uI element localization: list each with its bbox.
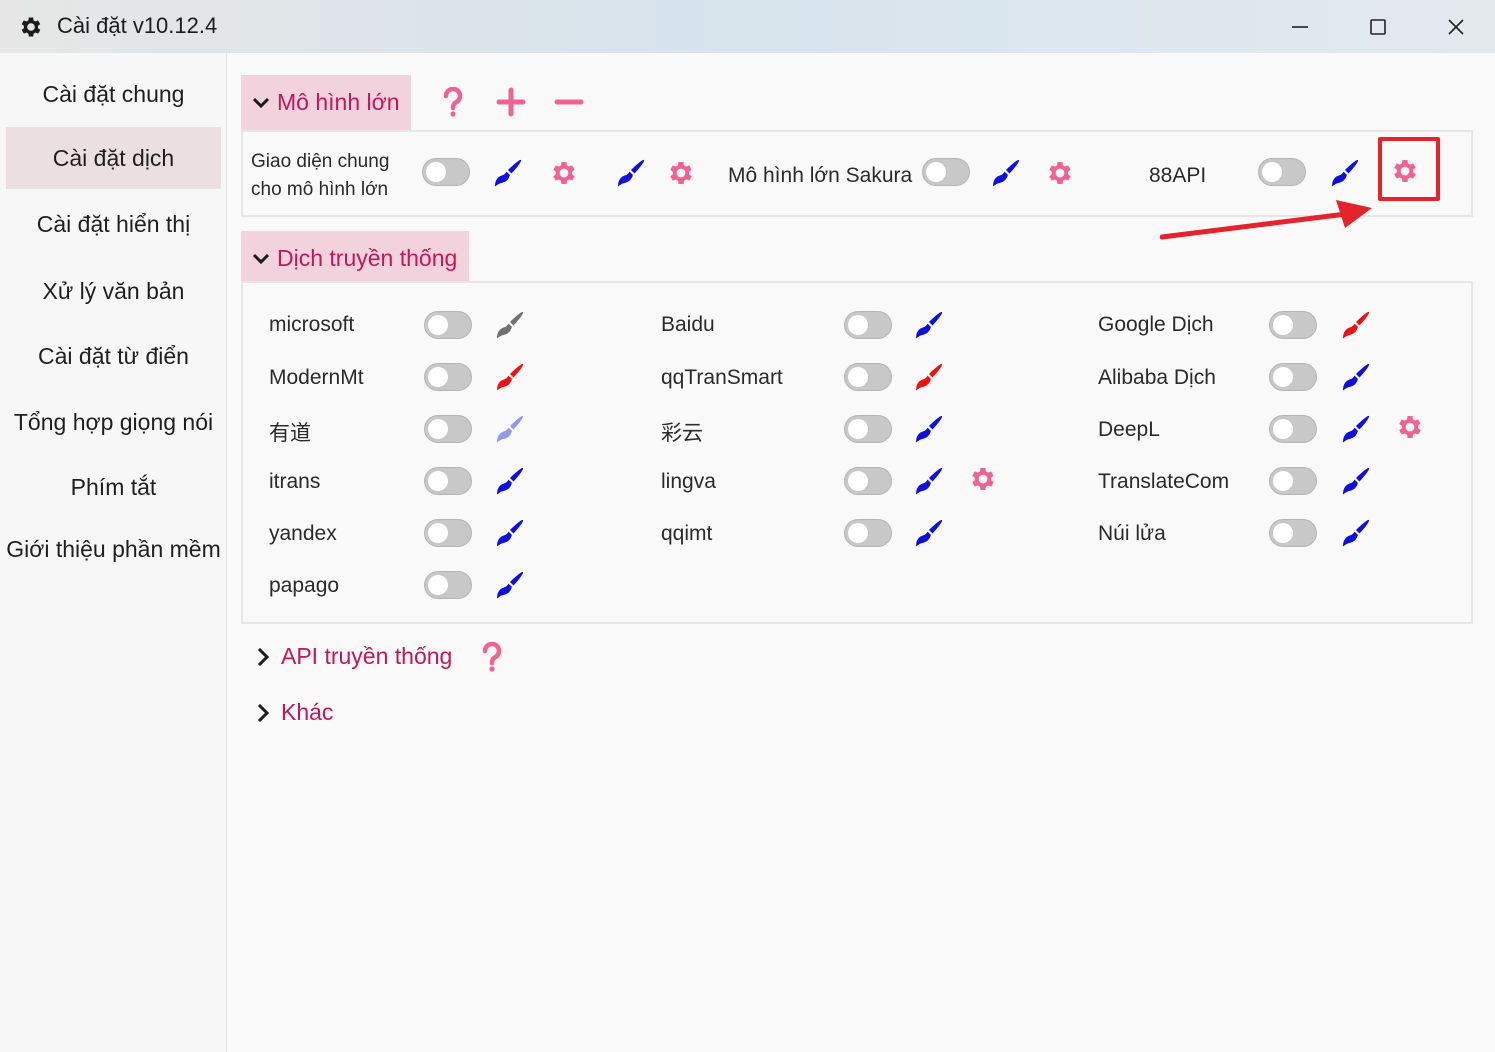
maximize-icon [1370,18,1386,35]
minus-icon[interactable] [551,84,587,120]
engine-lingva-label: lingva [661,470,716,493]
sidebar-item-hotkeys[interactable]: Phím tắt [6,456,221,518]
brush-icon[interactable] [911,411,947,447]
sidebar-item-about[interactable]: Giới thiệu phần mềm [6,518,221,580]
engine-papago-label: papago [269,574,340,597]
arrow-annotation [1160,200,1372,240]
help-icon[interactable] [435,84,471,120]
engine-deepl-label: DeepL [1098,418,1160,441]
close-icon [1448,18,1464,35]
brush-icon[interactable] [911,515,947,551]
brush-icon[interactable] [492,307,528,343]
sidebar-item-text-processing[interactable]: Xử lý văn bản [6,260,221,322]
engine-qqtransmart-label: qqTranSmart [661,366,783,389]
llm-general-label: Giao diện chung cho mô hình lớn [251,151,390,200]
engine-yandex-label: yandex [269,522,337,545]
brush-icon[interactable] [911,359,947,395]
engine-youdao-toggle[interactable] [424,415,472,443]
engine-translatecom-label: TranslateCom [1098,470,1230,493]
brush-icon[interactable] [911,307,947,343]
engine-translatecom-toggle[interactable] [1269,467,1317,495]
sidebar-item-display[interactable]: Cài đặt hiển thị [6,193,221,255]
highlight-box [1378,137,1440,201]
brush-icon[interactable] [1338,463,1374,499]
sidebar-item-dictionary[interactable]: Cài đặt từ điển [6,325,221,387]
brush-icon[interactable] [1338,359,1374,395]
brush-icon[interactable] [1338,307,1374,343]
engine-baidu-toggle[interactable] [844,311,892,339]
sidebar-item-translation[interactable]: Cài đặt dịch [6,127,221,189]
engine-alibaba-label: Alibaba Dịch [1098,366,1216,389]
engine-microsoft-label: microsoft [269,313,355,336]
brush-icon[interactable] [911,463,947,499]
title-bar: Cài đặt v10.12.4 [0,0,1495,53]
chevron-right-icon [255,702,271,724]
sidebar-item-tts[interactable]: Tổng hợp giọng nói [6,391,221,453]
engine-youdao-label: 有道 [269,422,311,445]
brush-icon[interactable] [1338,411,1374,447]
llm-sakura-toggle[interactable] [922,158,970,186]
minimize-button[interactable] [1261,0,1339,53]
engine-itrans-toggle[interactable] [424,467,472,495]
engine-volcano-toggle[interactable] [1269,519,1317,547]
engine-microsoft-toggle[interactable] [424,311,472,339]
llm-88api-toggle[interactable] [1258,158,1306,186]
llm-sakura-label: Mô hình lớn Sakura [728,164,913,187]
section-header-other[interactable]: Khác [255,699,333,726]
gear-icon [21,17,41,37]
engine-qqimt-label: qqimt [661,522,713,545]
engine-qqimt-toggle[interactable] [844,519,892,547]
brush-icon[interactable] [613,155,649,191]
brush-icon[interactable] [492,515,528,551]
engine-alibaba-toggle[interactable] [1269,363,1317,391]
close-button[interactable] [1417,0,1495,53]
engine-papago-toggle[interactable] [424,571,472,599]
brush-icon[interactable] [492,359,528,395]
engine-google-toggle[interactable] [1269,311,1317,339]
maximize-button[interactable] [1339,0,1417,53]
gear-icon[interactable] [1392,409,1428,445]
engine-lingva-toggle[interactable] [844,467,892,495]
engine-modernmt-toggle[interactable] [424,363,472,391]
sidebar: Cài đặt chung Cài đặt dịch Cài đặt hiển … [0,53,227,1052]
brush-icon[interactable] [492,411,528,447]
brush-icon[interactable] [492,463,528,499]
gear-icon[interactable] [663,155,699,191]
brush-icon[interactable] [1338,515,1374,551]
engine-modernmt-label: ModernMt [269,366,364,389]
brush-icon[interactable] [490,155,526,191]
section-header-api[interactable]: API truyền thống [255,643,452,670]
brush-icon[interactable] [988,155,1024,191]
llm-88api-label: 88API [1149,164,1207,187]
brush-icon[interactable] [1327,155,1363,191]
engine-deepl-toggle[interactable] [1269,415,1317,443]
window-title: Cài đặt v10.12.4 [57,13,218,38]
plus-icon[interactable] [493,84,529,120]
engine-yandex-toggle[interactable] [424,519,472,547]
sidebar-item-general[interactable]: Cài đặt chung [6,63,221,125]
engine-caiyun-toggle[interactable] [844,415,892,443]
gear-icon[interactable] [546,155,582,191]
engine-baidu-label: Baidu [661,313,715,336]
chevron-right-icon [255,646,271,668]
llm-general-toggle[interactable] [422,158,470,186]
engine-qqtransmart-toggle[interactable] [844,363,892,391]
engine-google-label: Google Dịch [1098,313,1214,336]
brush-icon[interactable] [492,567,528,603]
help-icon[interactable] [474,639,510,675]
gear-icon[interactable] [965,461,1001,497]
engine-caiyun-label: 彩云 [661,422,703,445]
minimize-icon [1292,25,1308,28]
gear-icon[interactable] [1042,155,1078,191]
chevron-down-icon [251,93,271,113]
section-header-llm[interactable]: Mô hình lớn [241,75,412,130]
section-header-traditional[interactable]: Dịch truyền thống [241,231,470,286]
chevron-down-icon [251,249,271,269]
engine-volcano-label: Núi lửa [1098,522,1166,545]
engine-itrans-label: itrans [269,470,321,493]
